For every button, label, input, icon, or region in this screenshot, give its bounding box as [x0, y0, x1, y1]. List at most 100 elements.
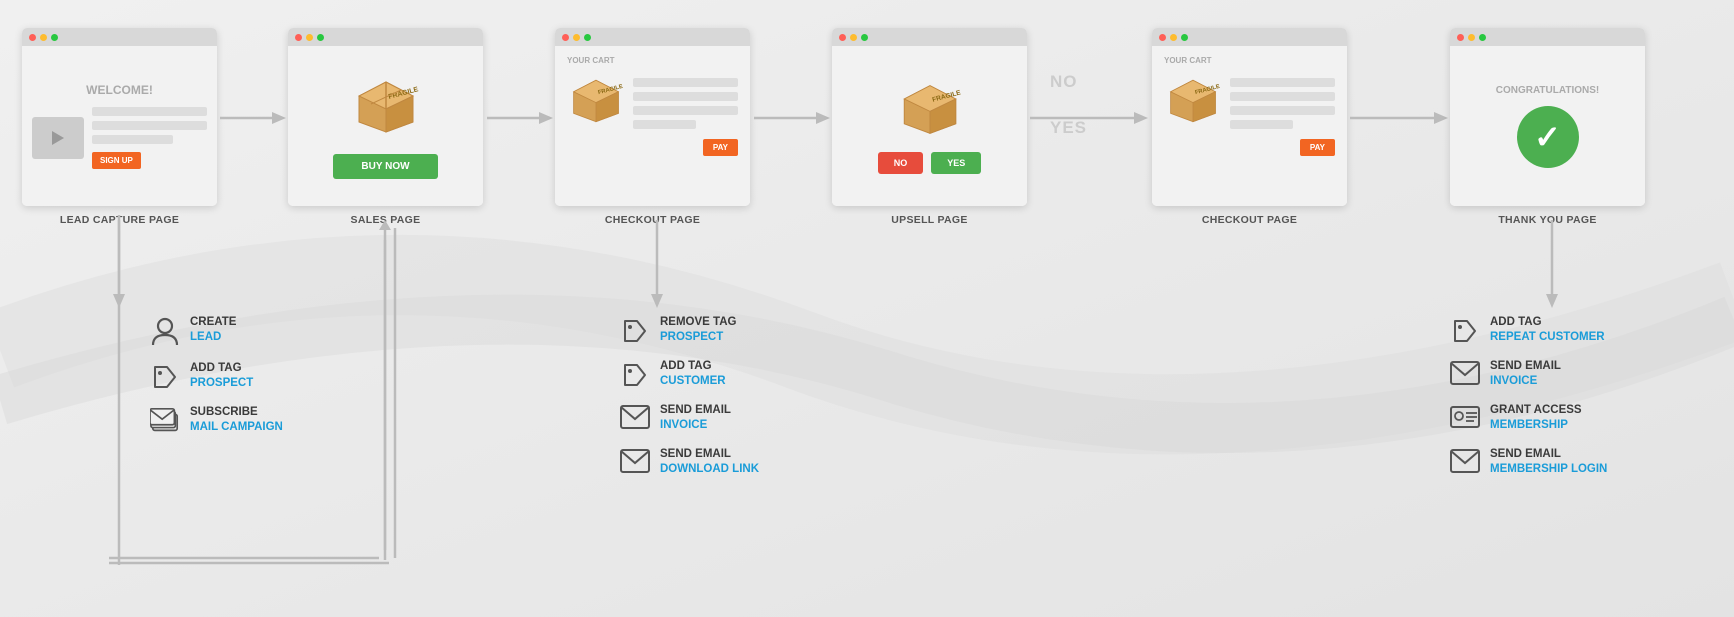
dot-red-co1 [562, 34, 569, 41]
id-card-icon [1450, 405, 1480, 429]
dot-red-s [295, 34, 302, 41]
tag-icon-2 [621, 317, 649, 345]
person-icon-wrap [150, 315, 180, 347]
dot-red-ty [1457, 34, 1464, 41]
action-create-lead: CREATE LEAD [150, 315, 283, 347]
page-lead-capture: WELCOME! SIGN UP LEAD CAPTURE [22, 28, 217, 226]
tag-icon-3 [621, 361, 649, 389]
arrow-checkout1-to-upsell [754, 108, 832, 128]
arrow-lead-to-sales [220, 108, 288, 128]
checkout1-row: FRAGILE PAY [567, 73, 738, 156]
envelope-icon-wrap-2 [620, 447, 650, 473]
tag-icon-wrap-2 [620, 315, 650, 345]
dot-green-up [861, 34, 868, 41]
action-group-lead: CREATE LEAD ADD TAG PROSPECT [150, 315, 283, 435]
subscribe-bot: MAIL CAMPAIGN [190, 420, 283, 435]
checkmark-circle: ✓ [1517, 106, 1579, 168]
loop-arrow-system [109, 558, 399, 578]
envelope-icon-4 [1450, 449, 1480, 473]
page-upsell: FRAGILE NO YES UPSELL PAGE [832, 28, 1027, 226]
checkout2-title: YOUR CART [1164, 56, 1212, 65]
dot-green-ty [1479, 34, 1486, 41]
pay-button-2[interactable]: PAY [1300, 139, 1335, 156]
signup-button[interactable]: SIGN UP [92, 152, 141, 169]
video-placeholder [32, 117, 84, 159]
add-tag-repeat-bot: REPEAT CUSTOMER [1490, 330, 1605, 345]
page-thankyou: CONGRATULATIONS! ✓ THANK YOU PAGE [1450, 28, 1645, 226]
browser-lead-capture: WELCOME! SIGN UP [22, 28, 217, 206]
action-grant-access: GRANT ACCESS MEMBERSHIP [1450, 403, 1607, 433]
tag-icon-1 [151, 363, 179, 391]
arrow-checkout2-to-thankyou [1350, 108, 1450, 128]
action-send-email-invoice-1: SEND EMAIL INVOICE [620, 403, 759, 433]
upsell-label: UPSELL PAGE [891, 214, 967, 226]
action-add-tag-customer: ADD TAG CUSTOMER [620, 359, 759, 389]
browser-bar-ty [1450, 28, 1645, 46]
dot-red [29, 34, 36, 41]
checkout2-body: YOUR CART FRAGILE [1152, 46, 1347, 206]
action-subscribe-mail: SUBSCRIBE MAIL CAMPAIGN [150, 405, 283, 435]
add-tag-prospect-bot: PROSPECT [190, 376, 253, 391]
arrow-upsell-to-checkout2 [1030, 108, 1150, 128]
dot-green [51, 34, 58, 41]
browser-bar-co2 [1152, 28, 1347, 46]
action-send-email-invoice-2: SEND EMAIL INVOICE [1450, 359, 1607, 389]
dot-yellow-s [306, 34, 313, 41]
congrats-text: CONGRATULATIONS! [1496, 85, 1600, 96]
envelope-icon-wrap-1 [620, 403, 650, 429]
action-send-email-membership: SEND EMAIL MEMBERSHIP LOGIN [1450, 447, 1607, 477]
dot-yellow-up [850, 34, 857, 41]
action-remove-tag-prospect: REMOVE TAG PROSPECT [620, 315, 759, 345]
envelope-icon-wrap-3 [1450, 359, 1480, 385]
add-tag-customer-top: ADD TAG [660, 359, 726, 374]
page-checkout2: YOUR CART FRAGILE [1152, 28, 1347, 226]
play-icon [52, 131, 64, 145]
sales-body: FRAGILE BUY NOW [288, 46, 483, 206]
arrow-down-thankyou [1542, 220, 1562, 310]
add-tag-repeat-top: ADD TAG [1490, 315, 1605, 330]
create-lead-bot: LEAD [190, 330, 236, 345]
no-button[interactable]: NO [878, 152, 924, 174]
dot-yellow-co1 [573, 34, 580, 41]
yes-button[interactable]: YES [931, 152, 981, 174]
envelope-icon-1 [620, 405, 650, 429]
main-layout: WELCOME! SIGN UP LEAD CAPTURE [0, 0, 1734, 617]
send-email-inv1-bot: INVOICE [660, 418, 731, 433]
lead-capture-body: WELCOME! SIGN UP [22, 46, 217, 206]
dot-yellow-ty [1468, 34, 1475, 41]
remove-tag-top: REMOVE TAG [660, 315, 736, 330]
tag-icon-wrap-1 [150, 361, 180, 391]
arrow-down-checkout1 [647, 220, 667, 310]
page-checkout1: YOUR CART FRAGILE [555, 28, 750, 226]
browser-bar-sales [288, 28, 483, 46]
tag-icon-wrap-3 [620, 359, 650, 389]
action-subscribe-texts: SUBSCRIBE MAIL CAMPAIGN [190, 405, 283, 435]
action-send-email-invoice1-texts: SEND EMAIL INVOICE [660, 403, 731, 433]
browser-checkout2: YOUR CART FRAGILE [1152, 28, 1347, 206]
send-email-inv2-top: SEND EMAIL [1490, 359, 1561, 374]
send-email-mem-top: SEND EMAIL [1490, 447, 1607, 462]
action-add-tag-customer-texts: ADD TAG CUSTOMER [660, 359, 726, 389]
send-email-inv2-bot: INVOICE [1490, 374, 1561, 389]
person-icon [151, 317, 179, 347]
pay-button-1[interactable]: PAY [703, 139, 738, 156]
add-tag-prospect-top: ADD TAG [190, 361, 253, 376]
action-send-email-invoice2-texts: SEND EMAIL INVOICE [1490, 359, 1561, 389]
upsell-package-icon: FRAGILE [896, 78, 964, 140]
browser-upsell: FRAGILE NO YES [832, 28, 1027, 206]
action-group-thankyou: ADD TAG REPEAT CUSTOMER SEND EMAIL INVOI… [1450, 315, 1607, 477]
send-email-dl-bot: DOWNLOAD LINK [660, 462, 759, 477]
buy-now-button[interactable]: BUY NOW [333, 154, 437, 179]
page-sales: FRAGILE BUY NOW SALES PAGE [288, 28, 483, 226]
browser-sales: FRAGILE BUY NOW [288, 28, 483, 206]
input-line-3 [92, 135, 173, 144]
browser-bar-lead [22, 28, 217, 46]
content-layer: WELCOME! SIGN UP LEAD CAPTURE [0, 0, 1734, 617]
add-tag-customer-bot: CUSTOMER [660, 374, 726, 389]
dot-yellow [40, 34, 47, 41]
co2-field-2 [1230, 92, 1335, 101]
action-send-email-download: SEND EMAIL DOWNLOAD LINK [620, 447, 759, 477]
checkout1-body: YOUR CART FRAGILE [555, 46, 750, 206]
action-add-tag-prospect-texts: ADD TAG PROSPECT [190, 361, 253, 391]
envelope-icon-3 [1450, 361, 1480, 385]
